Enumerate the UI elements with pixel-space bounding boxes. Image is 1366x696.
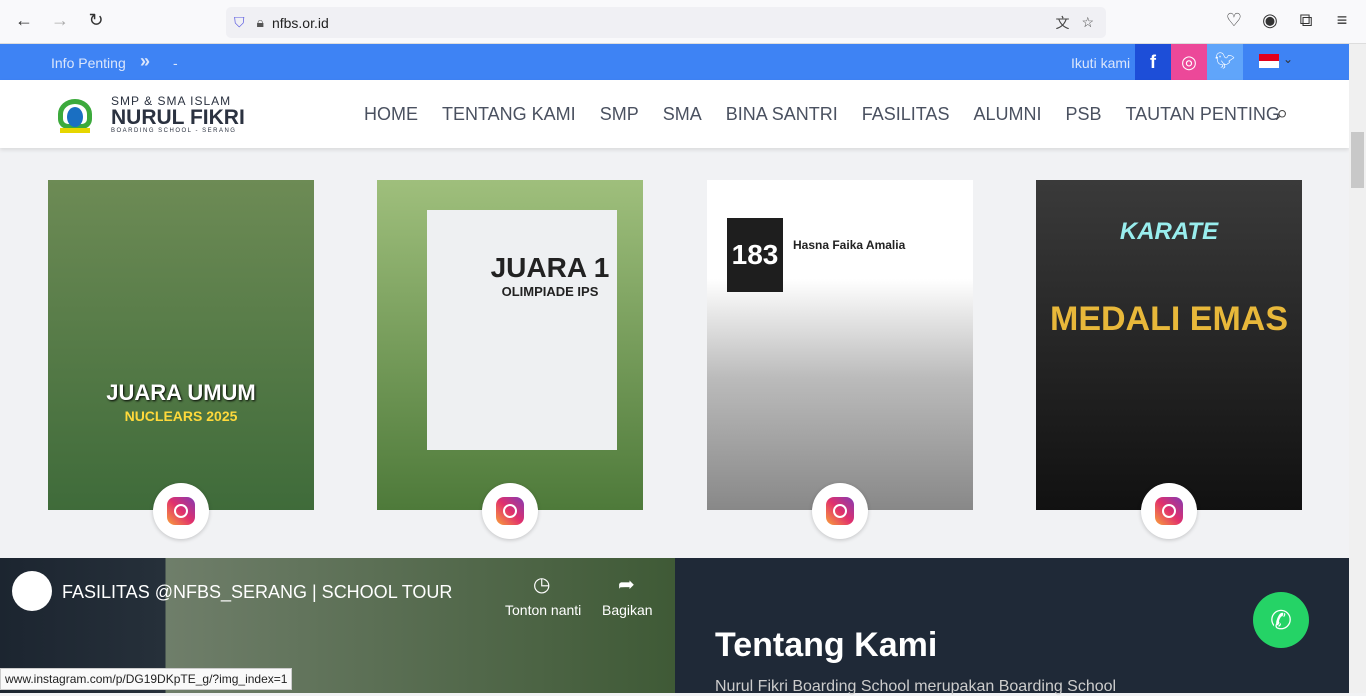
share-button[interactable]: Bagikan	[602, 602, 653, 618]
scrollbar[interactable]	[1349, 44, 1366, 693]
chevron-down-icon[interactable]: ⌄	[1283, 52, 1293, 66]
share-icon[interactable]: ➦	[618, 572, 635, 597]
follow-label: Ikuti kami	[1071, 55, 1131, 71]
nav-alumni[interactable]: ALUMNI	[973, 104, 1041, 125]
school-name: SMP & SMA ISLAM NURUL FIKRI BOARDING SCH…	[111, 94, 245, 134]
post-subtitle: OLIMPIADE IPS	[501, 284, 599, 299]
about-section: Tentang Kami Nurul Fikri Boarding School…	[675, 558, 1349, 695]
account-icon[interactable]: ◉	[1258, 10, 1282, 31]
about-heading: Tentang Kami	[715, 626, 938, 664]
bookmark-star-icon[interactable]: ☆	[1081, 14, 1094, 31]
menu-icon[interactable]: ≡	[1330, 10, 1354, 31]
lock-icon: 🔒︎	[256, 14, 264, 30]
search-icon[interactable]: ⌕	[1276, 100, 1288, 126]
instagram-icon[interactable]	[153, 483, 209, 539]
translate-icon[interactable]: 文	[1055, 13, 1069, 33]
reload-icon[interactable]: ↻	[84, 10, 108, 31]
instagram-icon[interactable]	[1141, 483, 1197, 539]
post-title: JUARA 1	[490, 252, 610, 283]
address-bar[interactable]: ⛉ 🔒︎ nfbs.or.id 文 ☆	[226, 7, 1106, 38]
post-title: JUARA UMUM	[106, 380, 256, 405]
nav-tentang-kami[interactable]: TENTANG KAMI	[442, 104, 576, 125]
post-subtitle: KARATE	[1119, 218, 1219, 245]
instagram-icon[interactable]	[482, 483, 538, 539]
nav-tautan-penting[interactable]: TAUTAN PENTING	[1126, 104, 1280, 125]
clock-icon[interactable]: ◷	[533, 572, 550, 597]
watch-later-button[interactable]: Tonton nanti	[505, 602, 581, 618]
url-text: nfbs.or.id	[271, 14, 329, 31]
shield-icon: ⛉	[234, 14, 245, 30]
site-header: SMP & SMA ISLAM NURUL FIKRI BOARDING SCH…	[0, 80, 1349, 148]
about-text: Nurul Fikri Boarding School merupakan Bo…	[715, 678, 1117, 695]
instagram-icon[interactable]	[812, 483, 868, 539]
nav-smp[interactable]: SMP	[600, 104, 639, 125]
nav-home[interactable]: HOME	[364, 104, 418, 125]
post-subtitle: NUCLEARS 2025	[124, 408, 238, 424]
top-info-bar: Info Penting » - Ikuti kami f ◎ 🐦︎ ⌄	[0, 44, 1349, 80]
instagram-post[interactable]: 183 Hasna Faika Amalia	[707, 180, 973, 510]
browser-toolbar: ← → ↻ ⛉ 🔒︎ nfbs.or.id 文 ☆ ♡ ◉ ⧉ ≡	[0, 0, 1366, 44]
whatsapp-button[interactable]: ✆	[1253, 592, 1309, 648]
main-nav: HOME TENTANG KAMI SMP SMA BINA SANTRI FA…	[364, 104, 1280, 125]
extensions-icon[interactable]: ⧉	[1294, 10, 1318, 31]
pocket-icon[interactable]: ♡	[1222, 10, 1246, 31]
info-ticker: -	[173, 55, 178, 71]
post-title: MEDALI EMAS	[1050, 300, 1288, 338]
status-bar-url: www.instagram.com/p/DG19DKpTE_g/?img_ind…	[0, 668, 293, 690]
school-logo[interactable]	[50, 95, 100, 135]
nav-bina-santri[interactable]: BINA SANTRI	[726, 104, 838, 125]
double-chevron-icon: »	[140, 51, 151, 71]
info-label: Info Penting	[51, 55, 126, 71]
nav-fasilitas[interactable]: FASILITAS	[862, 104, 950, 125]
instagram-post[interactable]: JUARA UMUM NUCLEARS 2025	[48, 180, 314, 510]
twitter-icon[interactable]: 🐦︎	[1207, 44, 1243, 80]
khatimin-number: 183	[727, 218, 783, 292]
video-title[interactable]: FASILITAS @NFBS_SERANG | SCHOOL TOUR	[62, 582, 452, 603]
instagram-post[interactable]: JUARA 1 OLIMPIADE IPS	[377, 180, 643, 510]
facebook-icon[interactable]: f	[1135, 44, 1171, 80]
forward-icon[interactable]: →	[48, 10, 72, 31]
nav-sma[interactable]: SMA	[663, 104, 702, 125]
channel-avatar[interactable]	[12, 571, 52, 611]
back-icon[interactable]: ←	[12, 10, 36, 31]
post-title: Hasna Faika Amalia	[793, 238, 906, 252]
nav-psb[interactable]: PSB	[1065, 104, 1101, 125]
language-flag-icon[interactable]	[1259, 54, 1279, 68]
instagram-icon[interactable]: ◎	[1171, 44, 1207, 80]
instagram-post[interactable]: KARATE MEDALI EMAS	[1036, 180, 1302, 510]
